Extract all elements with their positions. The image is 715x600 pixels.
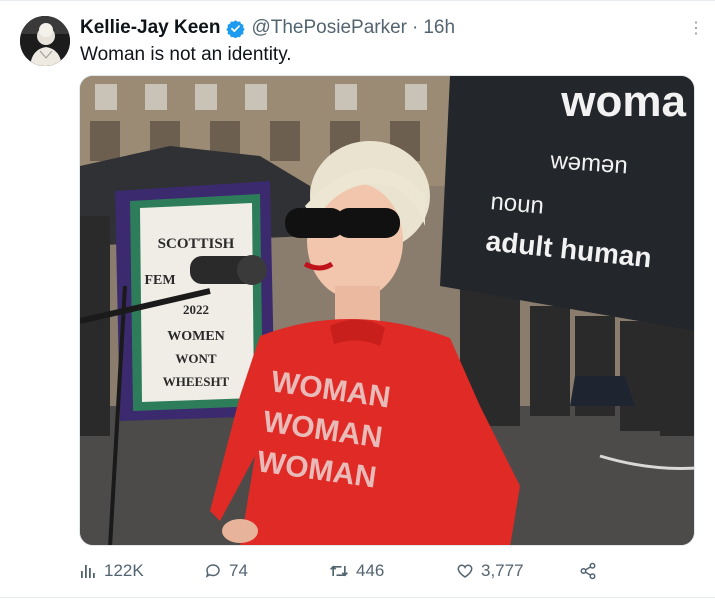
banner-title-text: woma: [560, 77, 686, 126]
share-action[interactable]: [579, 558, 604, 584]
retweet-count: 446: [356, 561, 385, 580]
reply-action[interactable]: 74: [204, 558, 248, 584]
views-count: 122K: [104, 561, 144, 580]
separator-dot: ·: [412, 17, 419, 38]
retweet-action[interactable]: 446: [329, 558, 384, 584]
sign-line2-text: FEM: [144, 273, 175, 288]
tweet-header: Kellie-Jay Keen @ThePosieParker · 16h: [80, 16, 675, 40]
like-count: 3,777: [481, 561, 524, 580]
retweet-icon: [330, 565, 348, 577]
sign-line3-text: 2022: [183, 302, 209, 317]
tweet-card[interactable]: Kellie-Jay Keen @ThePosieParker · 16h ⋮ …: [0, 0, 715, 600]
sign-line6-text: WHEESHT: [163, 374, 230, 389]
verified-badge-icon: [226, 19, 246, 39]
more-options-icon[interactable]: ⋮: [688, 18, 704, 38]
author-handle[interactable]: @ThePosieParker: [251, 17, 407, 39]
heart-icon: [457, 564, 473, 578]
banner-pos-text: noun: [489, 188, 545, 220]
divider: [0, 597, 715, 598]
reply-icon: [205, 564, 220, 578]
timestamp[interactable]: 16h: [423, 17, 455, 39]
author-name[interactable]: Kellie-Jay Keen: [80, 17, 220, 39]
banner-word-text: wəmən: [549, 147, 629, 179]
tweet-photo[interactable]: woma wəmən noun adult human SCOTTISH FEM…: [79, 75, 695, 546]
share-icon: [580, 562, 596, 580]
views-action[interactable]: 122K: [79, 558, 144, 584]
reply-count: 74: [229, 561, 248, 580]
tweet-actions: 122K 74 446 3,777: [79, 558, 599, 584]
sign-line4-text: WOMEN: [167, 329, 225, 344]
avatar[interactable]: [20, 16, 70, 66]
sign-line1-text: SCOTTISH: [158, 236, 235, 252]
like-action[interactable]: 3,777: [456, 558, 524, 584]
tweet-text: Woman is not an identity.: [80, 44, 292, 65]
divider: [0, 0, 715, 1]
views-icon: [81, 565, 95, 578]
sign-line5-text: WONT: [175, 351, 217, 366]
